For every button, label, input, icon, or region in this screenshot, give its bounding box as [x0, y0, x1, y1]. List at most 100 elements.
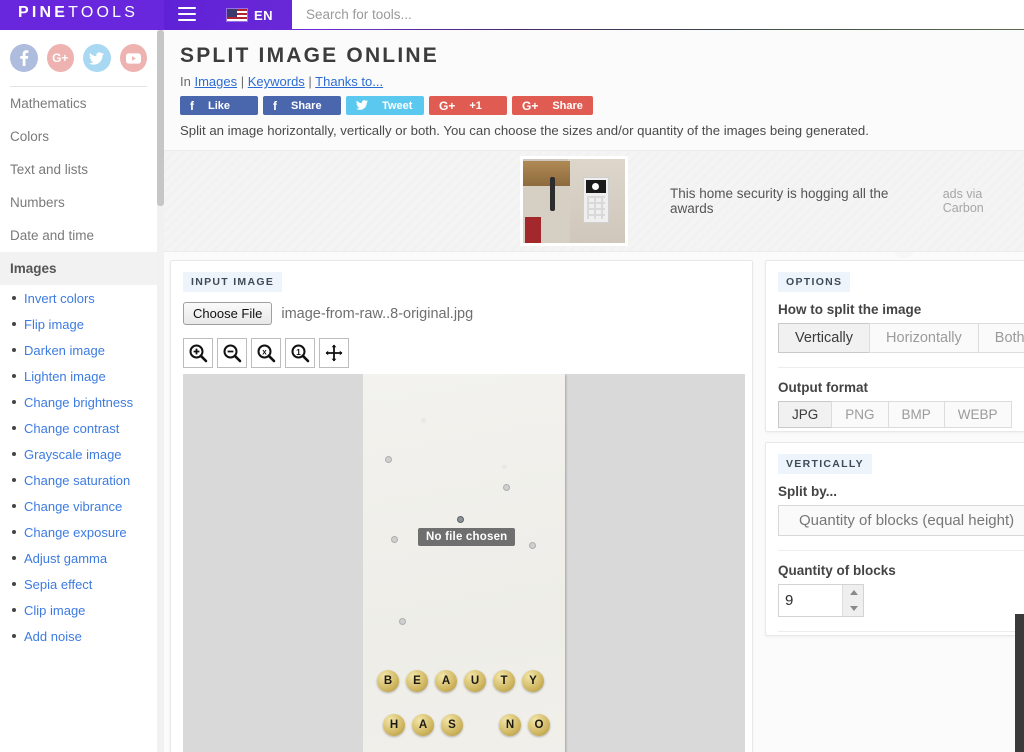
preview-text-row-1: BEAUTY — [377, 670, 544, 692]
quantity-input[interactable] — [779, 585, 839, 616]
share-buttons: f Like f Share Tweet G+ +1 G+ Share — [180, 96, 1024, 115]
no-file-chosen-tooltip: No file chosen — [418, 528, 516, 546]
logo-thin-part: TOOLS — [68, 4, 139, 21]
page-title: SPLIT IMAGE ONLINE — [180, 44, 439, 67]
hamburger-icon[interactable] — [178, 7, 196, 23]
split-mode-horizontally[interactable]: Horizontally — [869, 323, 979, 353]
sidebar-item-darken-image[interactable]: Darken image — [0, 337, 157, 363]
facebook-share-button[interactable]: f Share — [263, 96, 341, 115]
sidebar-item-lighten-image[interactable]: Lighten image — [0, 363, 157, 389]
options-divider — [778, 367, 1024, 368]
ad-via-label[interactable]: ads via Carbon — [943, 187, 1024, 215]
zoom-fit-icon[interactable]: x — [251, 338, 281, 368]
page-scrollbar[interactable] — [1015, 614, 1024, 752]
twitter-tweet-button[interactable]: Tweet — [346, 96, 424, 115]
sidebar-category-images[interactable]: Images — [0, 252, 157, 285]
social-links: G+ — [0, 30, 157, 82]
preview-image[interactable]: BEAUTY HASNO SKINTONE — [363, 374, 565, 752]
output-format-png[interactable]: PNG — [831, 401, 889, 428]
sidebar-item-grayscale-image[interactable]: Grayscale image — [0, 441, 157, 467]
options-panel: OPTIONS How to split the image Verticall… — [765, 260, 1024, 432]
sidebar-category-mathematics[interactable]: Mathematics — [0, 87, 157, 120]
twitter-tweet-label: Tweet — [382, 99, 413, 112]
split-by-selected-value: Quantity of blocks (equal height) — [799, 512, 1015, 529]
sidebar-item-add-noise[interactable]: Add noise — [0, 623, 157, 649]
google-plus-icon: G+ — [522, 98, 539, 113]
sidebar-category-text-and-lists[interactable]: Text and lists — [0, 153, 157, 186]
quantity-increment-icon[interactable] — [843, 585, 864, 601]
twitter-icon — [356, 99, 368, 113]
sidebar-item-change-vibrance[interactable]: Change vibrance — [0, 493, 157, 519]
breadcrumb-link-keywords[interactable]: Keywords — [248, 74, 305, 89]
vertically-divider — [778, 550, 1024, 551]
sidebar-category-numbers[interactable]: Numbers — [0, 186, 157, 219]
google-plus-one-button[interactable]: G+ +1 — [429, 96, 507, 115]
sidebar-item-adjust-gamma[interactable]: Adjust gamma — [0, 545, 157, 571]
language-selector[interactable]: EN — [226, 5, 273, 25]
output-format-jpg[interactable]: JPG — [778, 401, 833, 428]
main-content: SPLIT IMAGE ONLINE In Images | Keywords … — [164, 30, 1024, 752]
quantity-spinner[interactable] — [842, 585, 863, 616]
pan-move-icon[interactable] — [319, 338, 349, 368]
zoom-out-icon[interactable] — [217, 338, 247, 368]
sidebar-scrollbar-thumb[interactable] — [157, 30, 164, 206]
logo-bold-part: PINE — [18, 4, 69, 21]
quantity-stepper[interactable] — [778, 584, 864, 617]
sidebar-item-change-contrast[interactable]: Change contrast — [0, 415, 157, 441]
google-plus-one-label: +1 — [469, 99, 482, 112]
facebook-like-label: Like — [208, 99, 231, 112]
split-mode-vertically[interactable]: Vertically — [778, 323, 871, 353]
sidebar-category-date-and-time[interactable]: Date and time — [0, 219, 157, 252]
google-plus-share-button[interactable]: G+ Share — [512, 96, 593, 115]
sidebar-item-clip-image[interactable]: Clip image — [0, 597, 157, 623]
zoom-actual-size-icon[interactable]: 1 — [285, 338, 315, 368]
image-preview-canvas[interactable]: BEAUTY HASNO SKINTONE — [183, 374, 745, 752]
sidebar-item-change-brightness[interactable]: Change brightness — [0, 389, 157, 415]
sidebar-item-flip-image[interactable]: Flip image — [0, 311, 157, 337]
ad-text[interactable]: This home security is hogging all the aw… — [670, 186, 927, 216]
page-description: Split an image horizontally, vertically … — [180, 123, 869, 138]
sidebar-item-change-exposure[interactable]: Change exposure — [0, 519, 157, 545]
input-image-panel-tag: INPUT IMAGE — [183, 272, 283, 292]
ad-banner[interactable]: This home security is hogging all the aw… — [164, 150, 1024, 252]
output-format-webp[interactable]: WEBP — [943, 401, 1012, 428]
choose-file-button[interactable]: Choose File — [183, 302, 273, 325]
us-flag-icon — [226, 8, 248, 22]
youtube-icon[interactable] — [119, 44, 147, 72]
facebook-share-label: Share — [291, 99, 322, 112]
ad-thumbnail[interactable] — [520, 156, 628, 246]
split-mode-group: Vertically Horizontally Both — [778, 323, 1024, 353]
breadcrumb-link-thanks-to[interactable]: Thanks to... — [315, 74, 383, 89]
facebook-icon: f — [190, 98, 194, 113]
quantity-of-blocks-label: Quantity of blocks — [778, 563, 896, 578]
facebook-icon[interactable] — [10, 44, 38, 72]
quantity-row — [778, 584, 1024, 617]
search-input[interactable] — [304, 6, 1024, 23]
breadcrumb-link-images[interactable]: Images — [194, 74, 237, 89]
selected-file-name: image-from-raw..8-original.jpg — [281, 305, 474, 322]
sidebar-category-colors[interactable]: Colors — [0, 120, 157, 153]
svg-text:x: x — [262, 348, 267, 357]
site-logo[interactable]: PINETOOLS — [18, 4, 138, 22]
tool-panels: INPUT IMAGE Choose File image-from-raw..… — [164, 252, 1024, 752]
split-mode-both[interactable]: Both — [977, 323, 1024, 353]
google-plus-icon[interactable]: G+ — [46, 44, 74, 72]
sidebar-item-change-saturation[interactable]: Change saturation — [0, 467, 157, 493]
quantity-decrement-icon[interactable] — [843, 601, 864, 617]
page-header: SPLIT IMAGE ONLINE In Images | Keywords … — [164, 30, 1024, 150]
twitter-icon[interactable] — [83, 44, 111, 72]
sidebar-scrollbar[interactable] — [157, 30, 164, 752]
page-root: PINETOOLS EN G+ Mathematics Colors Te — [0, 0, 1024, 752]
vertically-panel: VERTICALLY Split by... Quantity of block… — [765, 442, 1024, 636]
sidebar-item-sepia-effect[interactable]: Sepia effect — [0, 571, 157, 597]
search-bar[interactable] — [292, 0, 1024, 29]
split-by-select[interactable]: Quantity of blocks (equal height) — [778, 505, 1024, 536]
breadcrumb: In Images | Keywords | Thanks to... — [180, 74, 384, 89]
output-format-bmp[interactable]: BMP — [887, 401, 945, 428]
facebook-like-button[interactable]: f Like — [180, 96, 258, 115]
file-input-row: Choose File image-from-raw..8-original.j… — [171, 302, 752, 325]
sidebar-item-invert-colors[interactable]: Invert colors — [0, 285, 157, 311]
zoom-in-icon[interactable] — [183, 338, 213, 368]
svg-text:1: 1 — [296, 347, 301, 357]
google-plus-share-label: Share — [552, 99, 583, 112]
